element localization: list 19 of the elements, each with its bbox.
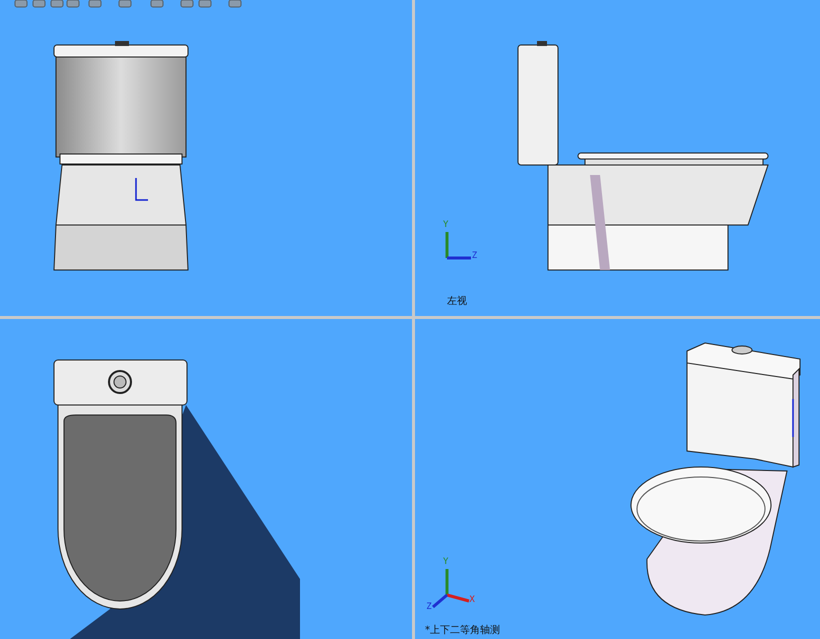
axis-label: Z <box>426 602 432 612</box>
toolbar-icon[interactable] <box>180 0 194 8</box>
toolbar-icon[interactable] <box>32 0 46 8</box>
toolbar-icon[interactable] <box>118 0 132 8</box>
toolbar-icon[interactable] <box>88 0 102 8</box>
view-label: *上下二等角轴测 <box>425 625 500 637</box>
axis-label: Z <box>472 251 478 261</box>
axis-triad-icon <box>431 567 471 609</box>
toolbar-icon[interactable] <box>228 0 242 8</box>
toolbar-icon[interactable] <box>150 0 164 8</box>
toolbar-icon[interactable] <box>198 0 212 8</box>
axis-label: X <box>469 595 475 606</box>
axis-label: Y <box>443 220 448 230</box>
toolbar-icon[interactable] <box>50 0 64 8</box>
axis-label: Y <box>443 556 448 567</box>
axis-triad-icon <box>445 230 473 260</box>
toolbar-icon[interactable] <box>14 0 28 8</box>
toolbar-icon[interactable] <box>66 0 80 8</box>
view-label: 左视 <box>447 296 467 308</box>
